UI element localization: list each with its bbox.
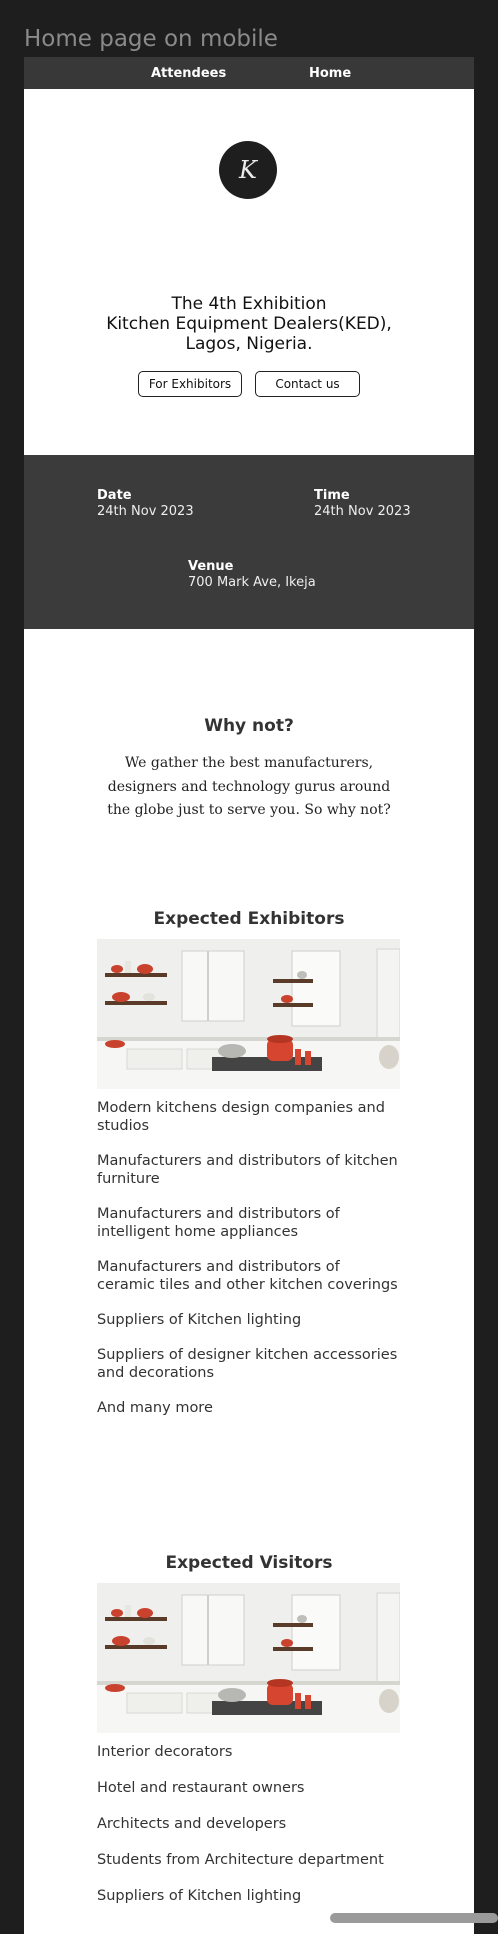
hero-title-line1: The 4th Exhibition [171, 294, 327, 314]
time-label: Time [314, 488, 350, 503]
exhibitor-item: And many more [97, 1400, 213, 1416]
why-not-body: We gather the best manufacturers, design… [107, 755, 391, 818]
visitor-item: Interior decorators [97, 1744, 233, 1760]
visitors-title: Expected Visitors [165, 1553, 333, 1573]
for-exhibitors-button[interactable]: For Exhibitors [138, 371, 242, 397]
visitor-item: Students from Architecture department [97, 1852, 384, 1868]
exhibitor-item: Manufacturers and distributors of intell… [97, 1206, 340, 1240]
exhibitor-item: Modern kitchens design companies and stu… [97, 1100, 385, 1134]
date-label: Date [97, 488, 132, 503]
visitor-item: Suppliers of Kitchen lighting [97, 1888, 302, 1904]
exhibitor-item: Suppliers of Kitchen lighting [97, 1312, 302, 1328]
date-value: 24th Nov 2023 [97, 504, 194, 519]
exhibitor-item: Manufacturers and distributors of kitche… [97, 1153, 398, 1187]
visitors-section: Expected Visitors Interior decorators Ho… [24, 1553, 474, 1934]
time-value: 24th Nov 2023 [314, 504, 411, 519]
kitchen-photo [97, 939, 400, 1089]
hero-section: K The 4th Exhibition Kitchen Equipment D… [24, 89, 474, 455]
nav-home-link[interactable]: Home [309, 66, 351, 81]
hero-title-line3: Lagos, Nigeria. [185, 334, 313, 354]
frame-label: Home page on mobile [24, 26, 278, 52]
logo: K [219, 141, 277, 199]
logo-letter: K [239, 156, 257, 184]
horizontal-scrollbar[interactable] [330, 1913, 498, 1923]
why-not-title: Why not? [204, 716, 294, 736]
hero-title: The 4th Exhibition Kitchen Equipment Dea… [24, 294, 474, 354]
exhibitors-title: Expected Exhibitors [153, 909, 345, 929]
visitors-kitchen-image [97, 1583, 400, 1733]
hero-title-line2: Kitchen Equipment Dealers(KED), [106, 314, 392, 334]
exhibitor-item: Manufacturers and distributors of cerami… [97, 1259, 398, 1293]
top-nav: Attendees Home [24, 57, 474, 89]
contact-us-button[interactable]: Contact us [255, 371, 360, 397]
event-info-section: Date 24th Nov 2023 Time 24th Nov 2023 Ve… [24, 455, 474, 629]
exhibitor-item: Suppliers of designer kitchen accessorie… [97, 1347, 398, 1381]
why-not-section: Why not? We gather the best manufacturer… [24, 629, 474, 909]
visitor-item: Hotel and restaurant owners [97, 1780, 305, 1796]
nav-attendees-link[interactable]: Attendees [151, 66, 226, 81]
mobile-screen: Attendees Home K The 4th Exhibition Kitc… [24, 57, 474, 1934]
kitchen-photo [97, 1583, 400, 1733]
exhibitors-section: Expected Exhibitors Modern kitchens desi… [24, 909, 474, 1553]
venue-value: 700 Mark Ave, Ikeja [188, 575, 316, 590]
venue-label: Venue [188, 559, 234, 574]
exhibitors-kitchen-image [97, 939, 400, 1089]
visitor-item: Architects and developers [97, 1816, 287, 1832]
